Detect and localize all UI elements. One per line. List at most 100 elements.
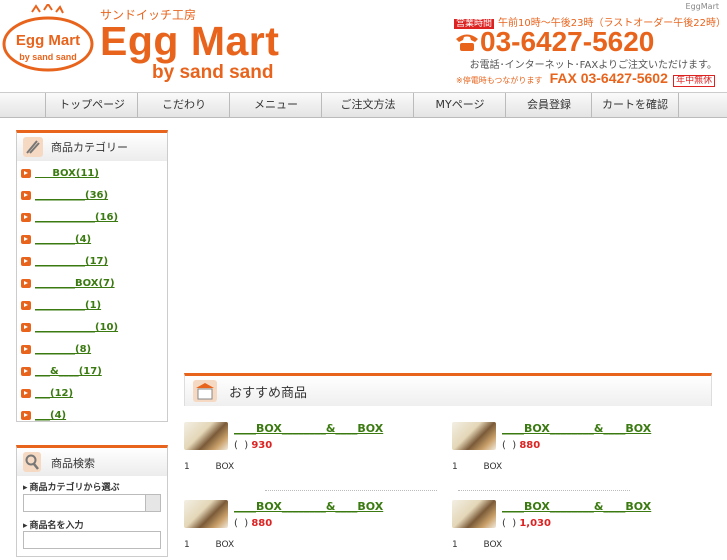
list-item[interactable]: __________(36) xyxy=(17,186,169,206)
arrow-icon xyxy=(21,169,31,178)
category-link[interactable]: __________(36) xyxy=(35,190,108,201)
product-price: 880 xyxy=(519,440,541,451)
contact-note: お電話･インターネット･FAXよりご注文いただけます。 xyxy=(469,60,717,71)
arrow-icon xyxy=(21,367,31,376)
product-card[interactable]: ____BOX________&____BOX ( ) 930 1 BOX xyxy=(184,422,444,482)
magnifier-icon xyxy=(23,452,41,472)
product-name-input[interactable] xyxy=(23,531,161,549)
product-image[interactable] xyxy=(184,422,228,450)
category-select-label: 商品カテゴリから選ぶ xyxy=(23,480,120,493)
shop-icon xyxy=(193,380,217,402)
nav-top[interactable]: トップページ xyxy=(45,93,138,117)
nav-mypage[interactable]: MYページ xyxy=(413,93,506,117)
recommend-header: おすすめ商品 xyxy=(184,373,712,406)
product-card[interactable]: ____BOX________&____BOX ( ) 1,030 1 BOX xyxy=(452,500,712,560)
list-item[interactable]: ________BOX(7) xyxy=(17,274,169,294)
site-name-small: EggMart xyxy=(685,2,719,11)
list-item[interactable]: __________(17) xyxy=(17,252,169,272)
category-link[interactable]: ___(12) xyxy=(35,388,73,399)
price-prefix: ( ) xyxy=(502,440,520,451)
list-item[interactable]: ____________(16) xyxy=(17,208,169,228)
product-name[interactable]: ____BOX________&____BOX xyxy=(502,422,651,435)
product-desc: 1 BOX xyxy=(452,540,503,550)
category-list: BOX(11) __________(36) ____________(16) … xyxy=(16,161,168,422)
category-link[interactable]: ____________(10) xyxy=(35,322,118,333)
phone-icon xyxy=(456,34,478,51)
brand-title: Egg Mart xyxy=(100,18,280,64)
egg-mart-logo[interactable]: Egg Mart by sand sand xyxy=(2,4,94,72)
arrow-icon xyxy=(21,301,31,310)
list-item[interactable]: BOX(11) xyxy=(17,164,169,184)
price-line: ( ) 1,030 xyxy=(502,518,551,529)
product-card[interactable]: ____BOX________&____BOX ( ) 880 1 BOX xyxy=(452,422,712,482)
category-link[interactable]: ________(8) xyxy=(35,344,91,355)
arrow-icon xyxy=(21,323,31,332)
category-link[interactable]: ________BOX(7) xyxy=(35,278,115,289)
list-item[interactable]: ___(12) xyxy=(17,384,169,404)
category-panel: 商品カテゴリー BOX(11) __________(36) _________… xyxy=(16,130,168,422)
product-name[interactable]: ____BOX________&____BOX xyxy=(234,500,383,513)
product-name[interactable]: ____BOX________&____BOX xyxy=(502,500,651,513)
price-prefix: ( ) xyxy=(234,518,252,529)
product-price: 880 xyxy=(251,518,273,529)
arrow-icon xyxy=(21,257,31,266)
arrow-icon xyxy=(21,345,31,354)
nav-cart[interactable]: カートを確認 xyxy=(591,93,679,117)
svg-text:by sand sand: by sand sand xyxy=(19,52,77,62)
price-prefix: ( ) xyxy=(502,518,520,529)
search-header: 商品検索 xyxy=(16,445,168,476)
list-item[interactable]: ____________(10) xyxy=(17,318,169,338)
price-line: ( ) 930 xyxy=(234,440,272,451)
nav-menu[interactable]: メニュー xyxy=(229,93,322,117)
list-item[interactable]: ___(4) xyxy=(17,406,169,426)
global-nav: トップページ こだわり メニュー ご注文方法 MYページ 会員登録 カートを確認 xyxy=(0,92,727,118)
power-note: ※停電時もつながります xyxy=(456,76,543,85)
product-image[interactable] xyxy=(452,500,496,528)
nav-register[interactable]: 会員登録 xyxy=(505,93,592,117)
category-link[interactable]: ____________(16) xyxy=(35,212,118,223)
category-link[interactable]: ___&____(17) xyxy=(35,366,102,377)
category-link[interactable]: BOX(11) xyxy=(35,168,99,179)
product-desc: 1 BOX xyxy=(184,462,235,472)
list-item[interactable]: ________(8) xyxy=(17,340,169,360)
list-item[interactable]: ________(4) xyxy=(17,230,169,250)
recommend-title: おすすめ商品 xyxy=(229,386,308,401)
arrow-icon xyxy=(21,191,31,200)
product-card[interactable]: ____BOX________&____BOX ( ) 880 1 BOX xyxy=(184,500,444,560)
list-item[interactable]: ___&____(17) xyxy=(17,362,169,382)
product-desc: 1 BOX xyxy=(452,462,503,472)
divider xyxy=(265,490,437,491)
fax-number: FAX 03-6427-5602 xyxy=(549,70,668,86)
category-title: 商品カテゴリー xyxy=(51,141,128,154)
arrow-icon xyxy=(21,389,31,398)
brand-subtitle: by sand sand xyxy=(152,62,274,83)
price-prefix: ( ) xyxy=(234,440,252,451)
category-link[interactable]: __________(1) xyxy=(35,300,101,311)
utensils-icon xyxy=(23,137,43,157)
svg-text:Egg Mart: Egg Mart xyxy=(16,32,80,49)
category-link[interactable]: ___(4) xyxy=(35,410,66,421)
phone-number[interactable]: 03-6427-5620 xyxy=(480,26,654,58)
product-price: 1,030 xyxy=(519,518,551,529)
list-item[interactable]: __________(1) xyxy=(17,296,169,316)
product-image[interactable] xyxy=(184,500,228,528)
product-name[interactable]: ____BOX________&____BOX xyxy=(234,422,383,435)
product-desc: 1 BOX xyxy=(184,540,235,550)
arrow-icon xyxy=(21,411,31,420)
search-panel: 商品検索 商品カテゴリから選ぶ 商品名を入力 xyxy=(16,445,168,557)
price-line: ( ) 880 xyxy=(234,518,272,529)
nav-order-method[interactable]: ご注文方法 xyxy=(321,93,414,117)
nav-kodawari[interactable]: こだわり xyxy=(137,93,230,117)
chevron-down-icon[interactable] xyxy=(145,495,160,511)
fax-line: ※停電時もつながります FAX 03-6427-5602 年中無休 xyxy=(456,70,716,87)
category-link[interactable]: __________(17) xyxy=(35,256,108,267)
arrow-icon xyxy=(21,279,31,288)
category-select[interactable] xyxy=(23,494,161,512)
product-price: 930 xyxy=(251,440,273,451)
product-image[interactable] xyxy=(452,422,496,450)
price-line: ( ) 880 xyxy=(502,440,540,451)
category-header: 商品カテゴリー xyxy=(16,130,168,161)
divider xyxy=(458,490,630,491)
category-link[interactable]: ________(4) xyxy=(35,234,91,245)
open-badge: 年中無休 xyxy=(673,75,716,87)
